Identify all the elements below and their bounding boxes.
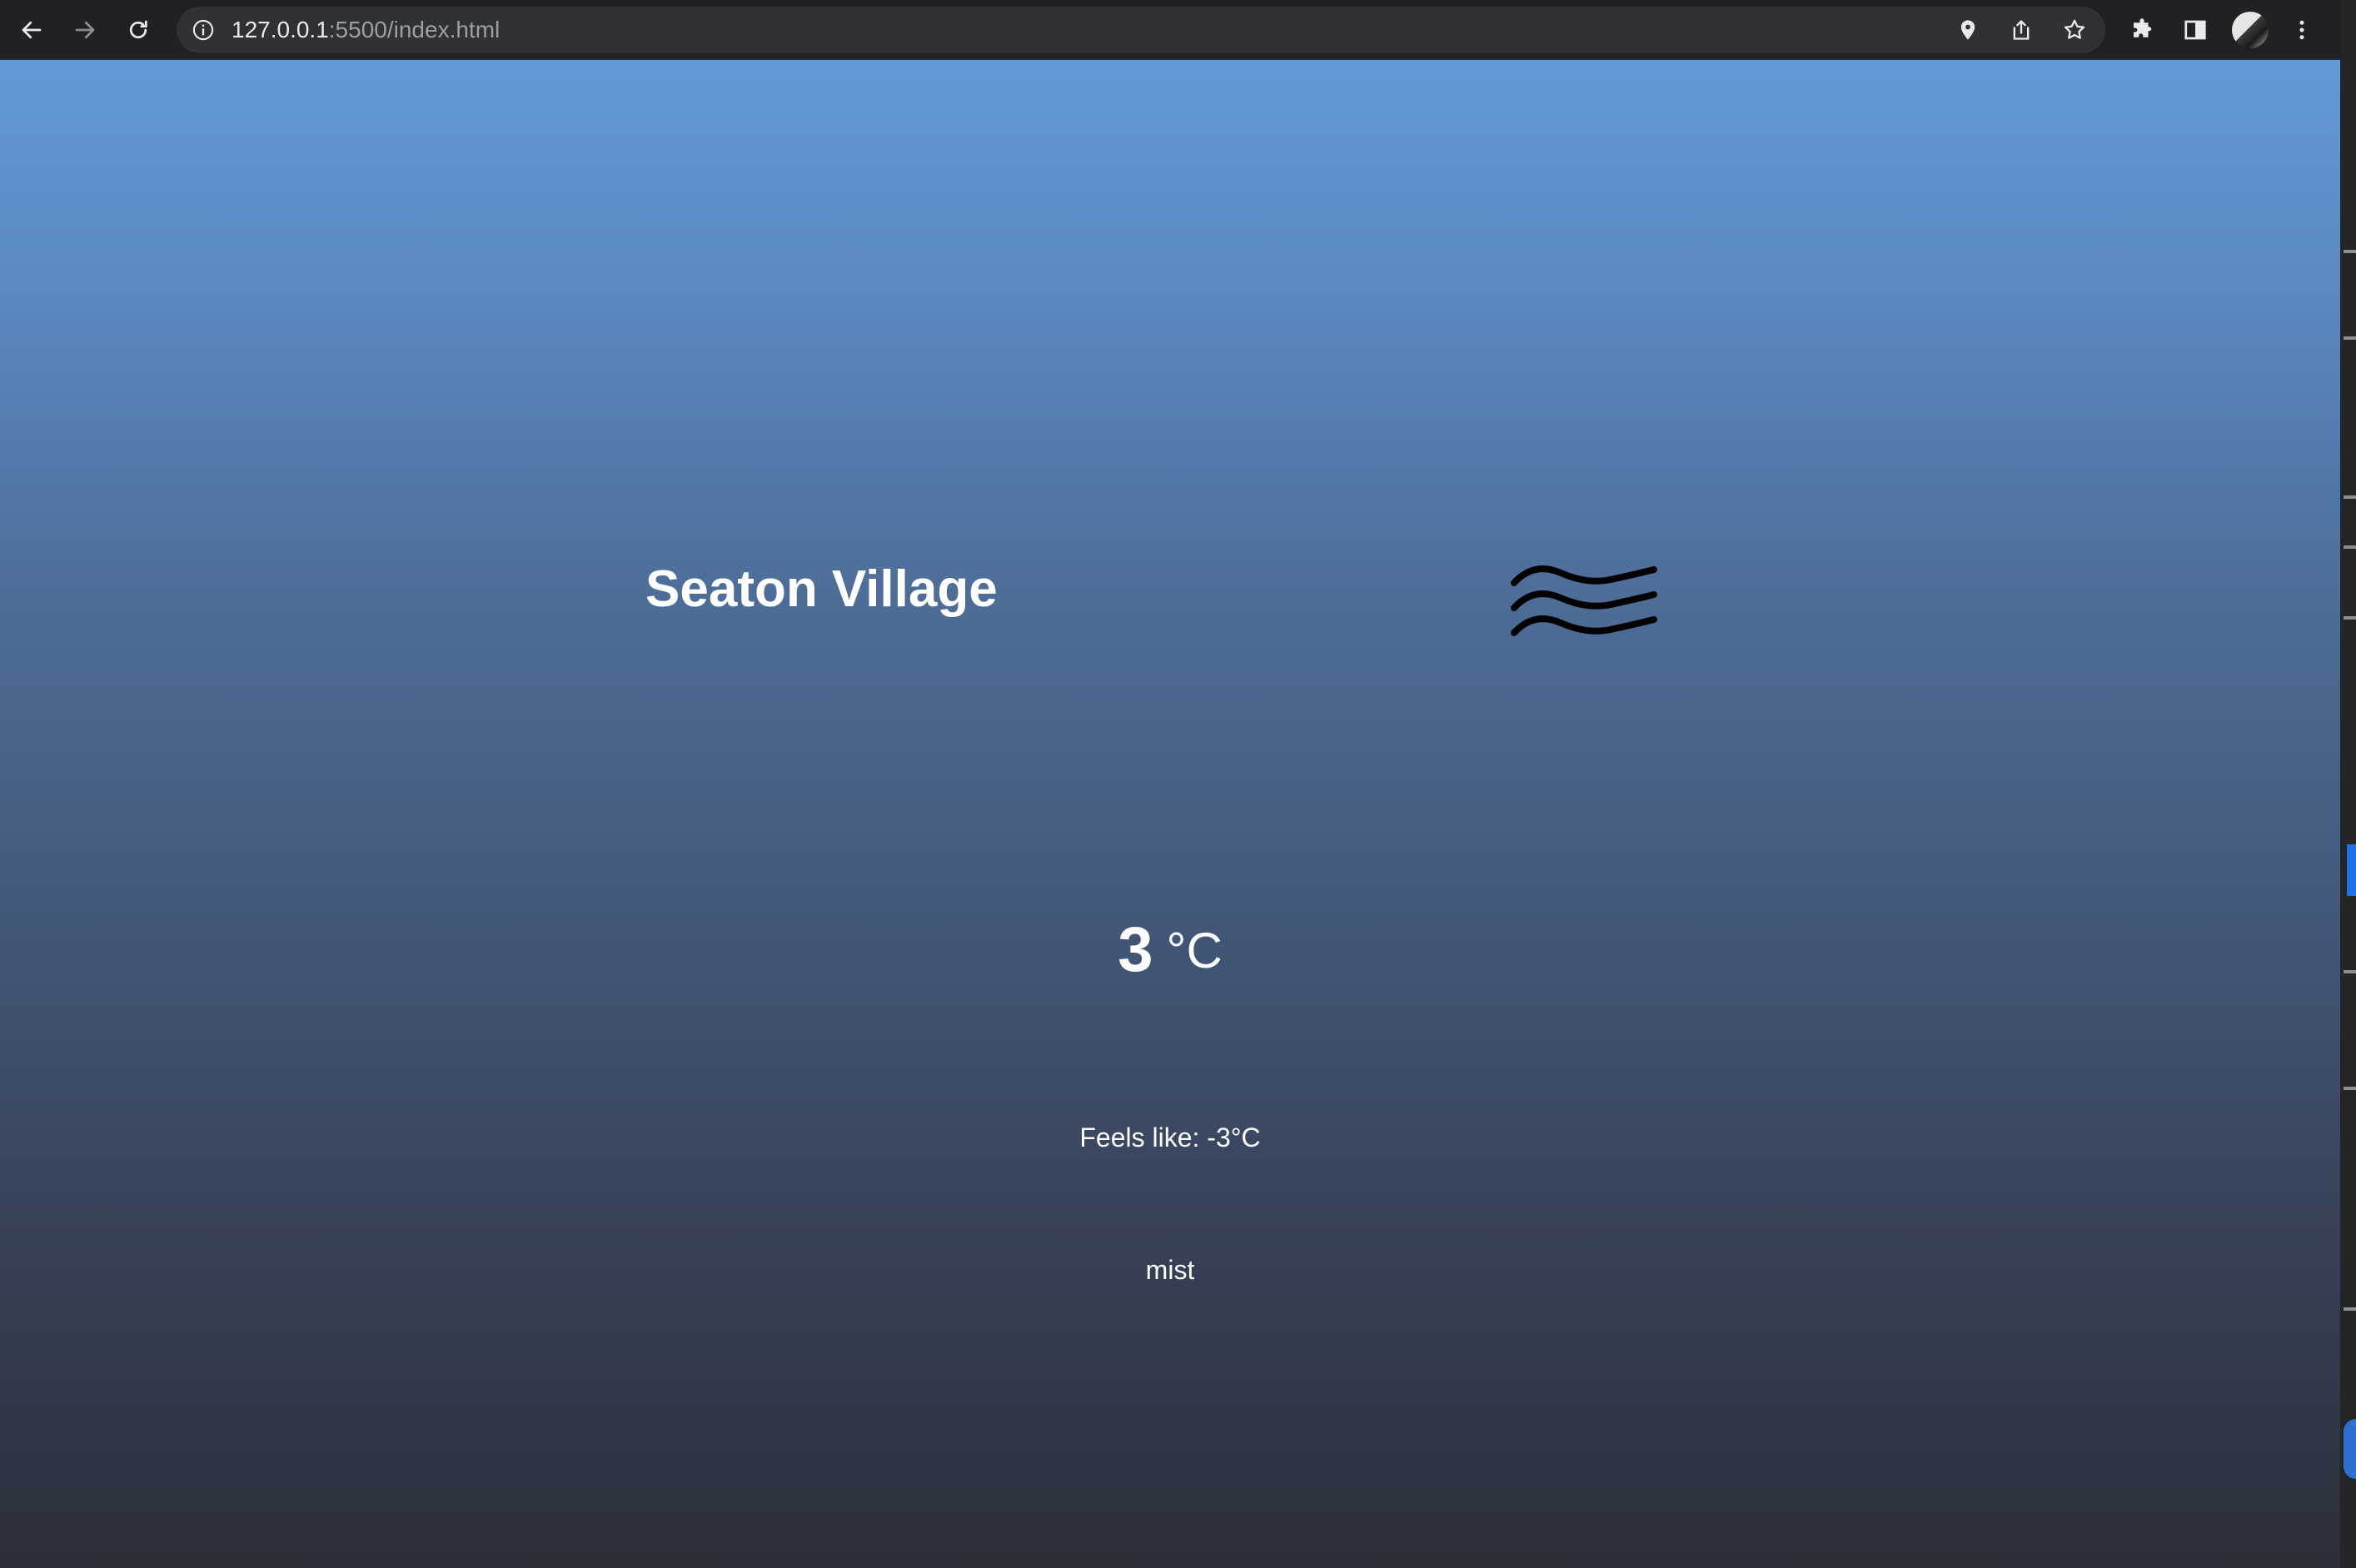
side-panel-button[interactable] [2177,12,2214,48]
share-icon [2013,20,2030,40]
share-button[interactable] [2006,15,2036,45]
edge-mark [2344,970,2356,973]
location-pin-icon [1960,20,1975,40]
side-panel-icon [2184,20,2206,40]
temperature: 3 °C [0,913,2340,986]
bookmark-button[interactable] [2060,15,2090,45]
back-arrow-icon [22,21,42,39]
address-bar[interactable]: 127.0.0.1:5500/index.html [177,7,2105,53]
temperature-unit: °C [1166,923,1223,978]
star-icon [2064,19,2085,39]
puzzle-icon [2134,18,2152,37]
forward-button[interactable] [67,12,103,48]
url-path: :5500/index.html [328,17,501,42]
edge-tab[interactable] [2347,844,2356,896]
url-host: 127.0.0.1 [232,17,329,42]
weather-page: Seaton Village 3 °C Feels like: -3°C mist [0,60,2340,1568]
kebab-menu-icon [2299,20,2304,40]
edge-mark [2344,1307,2356,1311]
edge-mark [2344,545,2356,549]
address-url[interactable]: 127.0.0.1:5500/index.html [232,7,500,53]
feels-like: Feels like: -3°C [1079,1122,1261,1152]
menu-button[interactable] [2284,12,2320,48]
location-button[interactable] [1953,15,1983,45]
edge-mark [2344,616,2356,620]
city-name: Seaton Village [645,560,998,618]
edge-mark [2344,336,2356,340]
reload-icon [129,20,147,39]
devtools-edge [2340,0,2356,1568]
weather-description: mist [1145,1255,1195,1285]
avatar[interactable] [2232,12,2269,48]
forward-arrow-icon [75,21,95,39]
info-icon[interactable] [192,18,215,42]
browser-window: 127.0.0.1:5500/index.html Seaton Village… [0,0,2356,1568]
mist-icon [1511,565,1657,636]
temperature-value: 3 [1118,914,1153,985]
reload-button[interactable] [120,12,157,48]
edge-mark [2344,495,2356,499]
edge-mark [2344,1087,2356,1090]
edge-mark [2344,250,2356,253]
back-button[interactable] [13,12,50,48]
browser-toolbar: 127.0.0.1:5500/index.html [0,0,2340,60]
extensions-button[interactable] [2124,12,2160,48]
edge-button[interactable] [2344,1419,2356,1479]
